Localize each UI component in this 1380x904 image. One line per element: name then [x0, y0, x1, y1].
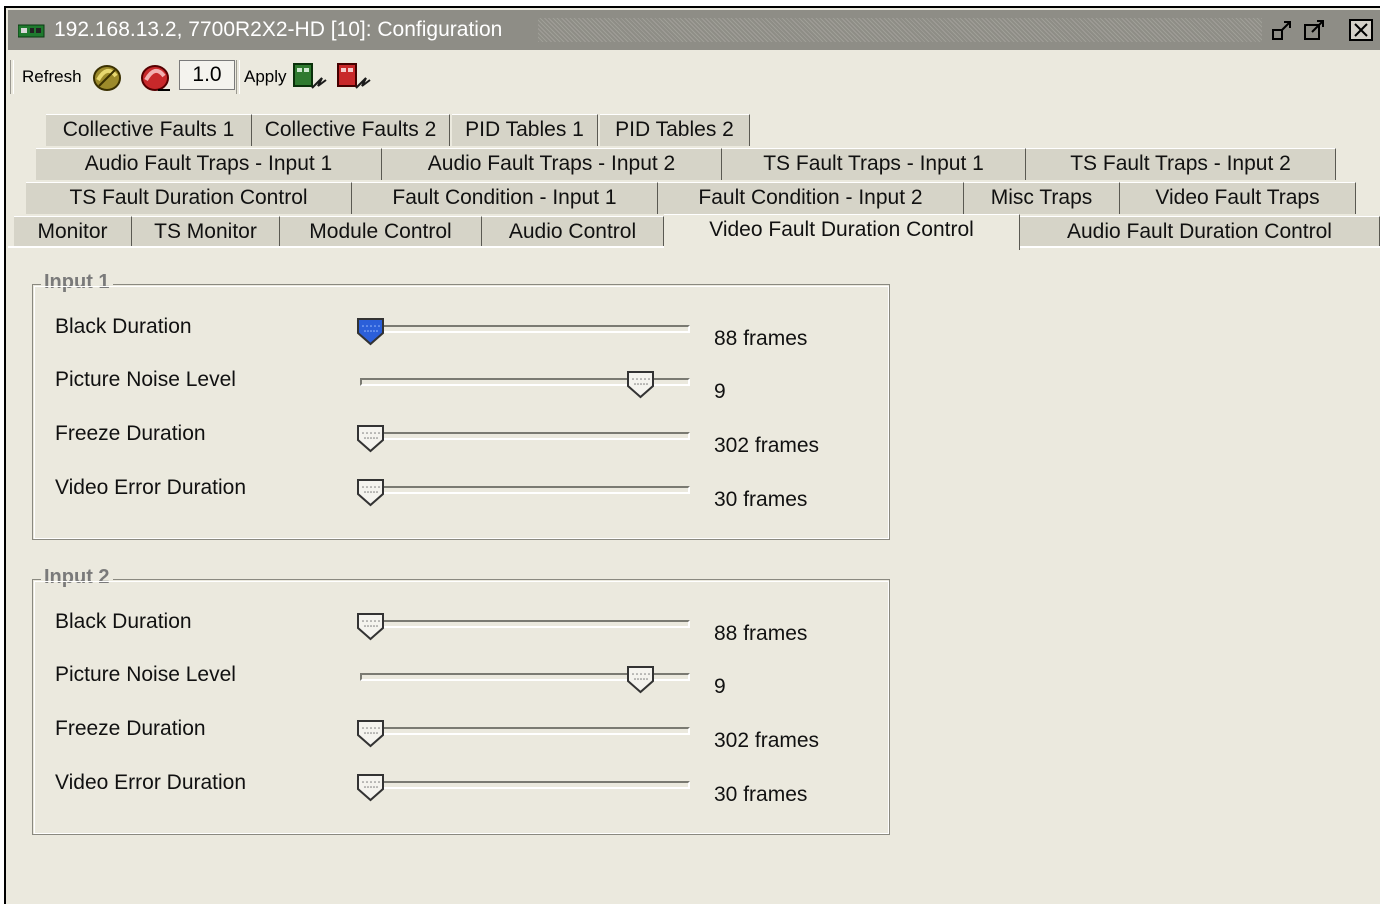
video-error-duration-value: 30 frames: [714, 783, 808, 806]
refresh-interval-field[interactable]: 1.0: [179, 60, 235, 90]
group-title: Input 2: [41, 566, 113, 589]
toolbar-separator: [10, 60, 14, 94]
picture-noise-level-slider-thumb[interactable]: [626, 370, 656, 400]
picture-noise-level-value: 9: [714, 675, 726, 698]
tab-fault-condition-input-1[interactable]: Fault Condition - Input 1: [352, 182, 658, 214]
black-duration-label: Black Duration: [55, 610, 192, 633]
tab-audio-fault-duration-control[interactable]: Audio Fault Duration Control: [1020, 216, 1380, 248]
freeze-duration-label: Freeze Duration: [55, 422, 206, 445]
black-duration-slider[interactable]: [360, 325, 690, 333]
toolbar-separator: [236, 60, 240, 94]
freeze-duration-slider-thumb[interactable]: [356, 424, 386, 454]
input-2-group: Input 2 Black Duration 88 frames Picture No…: [32, 566, 890, 835]
black-duration-value: 88 frames: [714, 622, 808, 645]
tab-audio-fault-traps-input-2[interactable]: Audio Fault Traps - Input 2: [382, 148, 722, 180]
close-icon[interactable]: [1348, 18, 1374, 42]
tab-audio-control[interactable]: Audio Control: [482, 216, 664, 248]
refresh-button[interactable]: Refresh: [22, 67, 82, 87]
dock-icon[interactable]: [1270, 18, 1296, 42]
video-error-duration-label: Video Error Duration: [55, 476, 247, 499]
picture-noise-level-label: Picture Noise Level: [55, 368, 236, 391]
black-duration-label: Black Duration: [55, 315, 192, 338]
tab-video-fault-traps[interactable]: Video Fault Traps: [1120, 182, 1356, 214]
picture-noise-level-slider-thumb[interactable]: [626, 665, 656, 695]
black-duration-value: 88 frames: [714, 327, 808, 350]
input-1-group: Input 1 Black Duration 88 frames Picture No…: [32, 271, 890, 540]
auto-apply-icon[interactable]: [336, 60, 372, 94]
tab-monitor[interactable]: Monitor: [14, 216, 132, 248]
undock-icon[interactable]: [1302, 18, 1328, 42]
picture-noise-level-label: Picture Noise Level: [55, 663, 236, 686]
tab-video-fault-duration-control[interactable]: Video Fault Duration Control: [664, 214, 1020, 250]
tab-pid-tables-1[interactable]: PID Tables 1: [452, 114, 598, 146]
video-error-duration-label: Video Error Duration: [55, 771, 247, 794]
video-error-duration-slider[interactable]: [360, 781, 690, 789]
window-title: 192.168.13.2, 7700R2X2-HD [10]: Configur…: [54, 18, 503, 41]
video-error-duration-value: 30 frames: [714, 488, 808, 511]
freeze-duration-slider-thumb[interactable]: [356, 719, 386, 749]
card-icon: [18, 24, 45, 38]
freeze-duration-label: Freeze Duration: [55, 717, 206, 740]
tab-ts-monitor[interactable]: TS Monitor: [132, 216, 280, 248]
tab-ts-fault-traps-input-1[interactable]: TS Fault Traps - Input 1: [722, 148, 1026, 180]
black-duration-slider[interactable]: [360, 620, 690, 628]
tab-module-control[interactable]: Module Control: [280, 216, 482, 248]
window-title-bar[interactable]: 192.168.13.2, 7700R2X2-HD [10]: Configur…: [8, 10, 1380, 50]
apply-button[interactable]: Apply: [244, 67, 287, 87]
title-bar-pattern: [538, 18, 1262, 42]
freeze-duration-value: 302 frames: [714, 729, 820, 752]
auto-refresh-icon[interactable]: [138, 60, 172, 94]
tab-collective-faults-1[interactable]: Collective Faults 1: [46, 114, 252, 146]
freeze-duration-slider[interactable]: [360, 432, 690, 440]
group-title: Input 1: [41, 271, 113, 294]
toolbar: Refresh 1.0 Apply: [8, 54, 1380, 100]
tab-misc-traps[interactable]: Misc Traps: [964, 182, 1120, 214]
apply-icon[interactable]: [292, 60, 328, 94]
video-error-duration-slider[interactable]: [360, 486, 690, 494]
video-error-duration-slider-thumb[interactable]: [356, 478, 386, 508]
tab-fault-condition-input-2[interactable]: Fault Condition - Input 2: [658, 182, 964, 214]
tab-ts-fault-traps-input-2[interactable]: TS Fault Traps - Input 2: [1026, 148, 1336, 180]
picture-noise-level-value: 9: [714, 380, 726, 403]
tab-pid-tables-2[interactable]: PID Tables 2: [600, 114, 750, 146]
black-duration-slider-thumb[interactable]: [356, 317, 386, 347]
tab-ts-fault-duration-control[interactable]: TS Fault Duration Control: [26, 182, 352, 214]
video-error-duration-slider-thumb[interactable]: [356, 773, 386, 803]
freeze-duration-value: 302 frames: [714, 434, 820, 457]
refresh-icon[interactable]: [90, 60, 124, 94]
freeze-duration-slider[interactable]: [360, 727, 690, 735]
tab-audio-fault-traps-input-1[interactable]: Audio Fault Traps - Input 1: [36, 148, 382, 180]
black-duration-slider-thumb[interactable]: [356, 612, 386, 642]
tab-collective-faults-2[interactable]: Collective Faults 2: [252, 114, 450, 146]
